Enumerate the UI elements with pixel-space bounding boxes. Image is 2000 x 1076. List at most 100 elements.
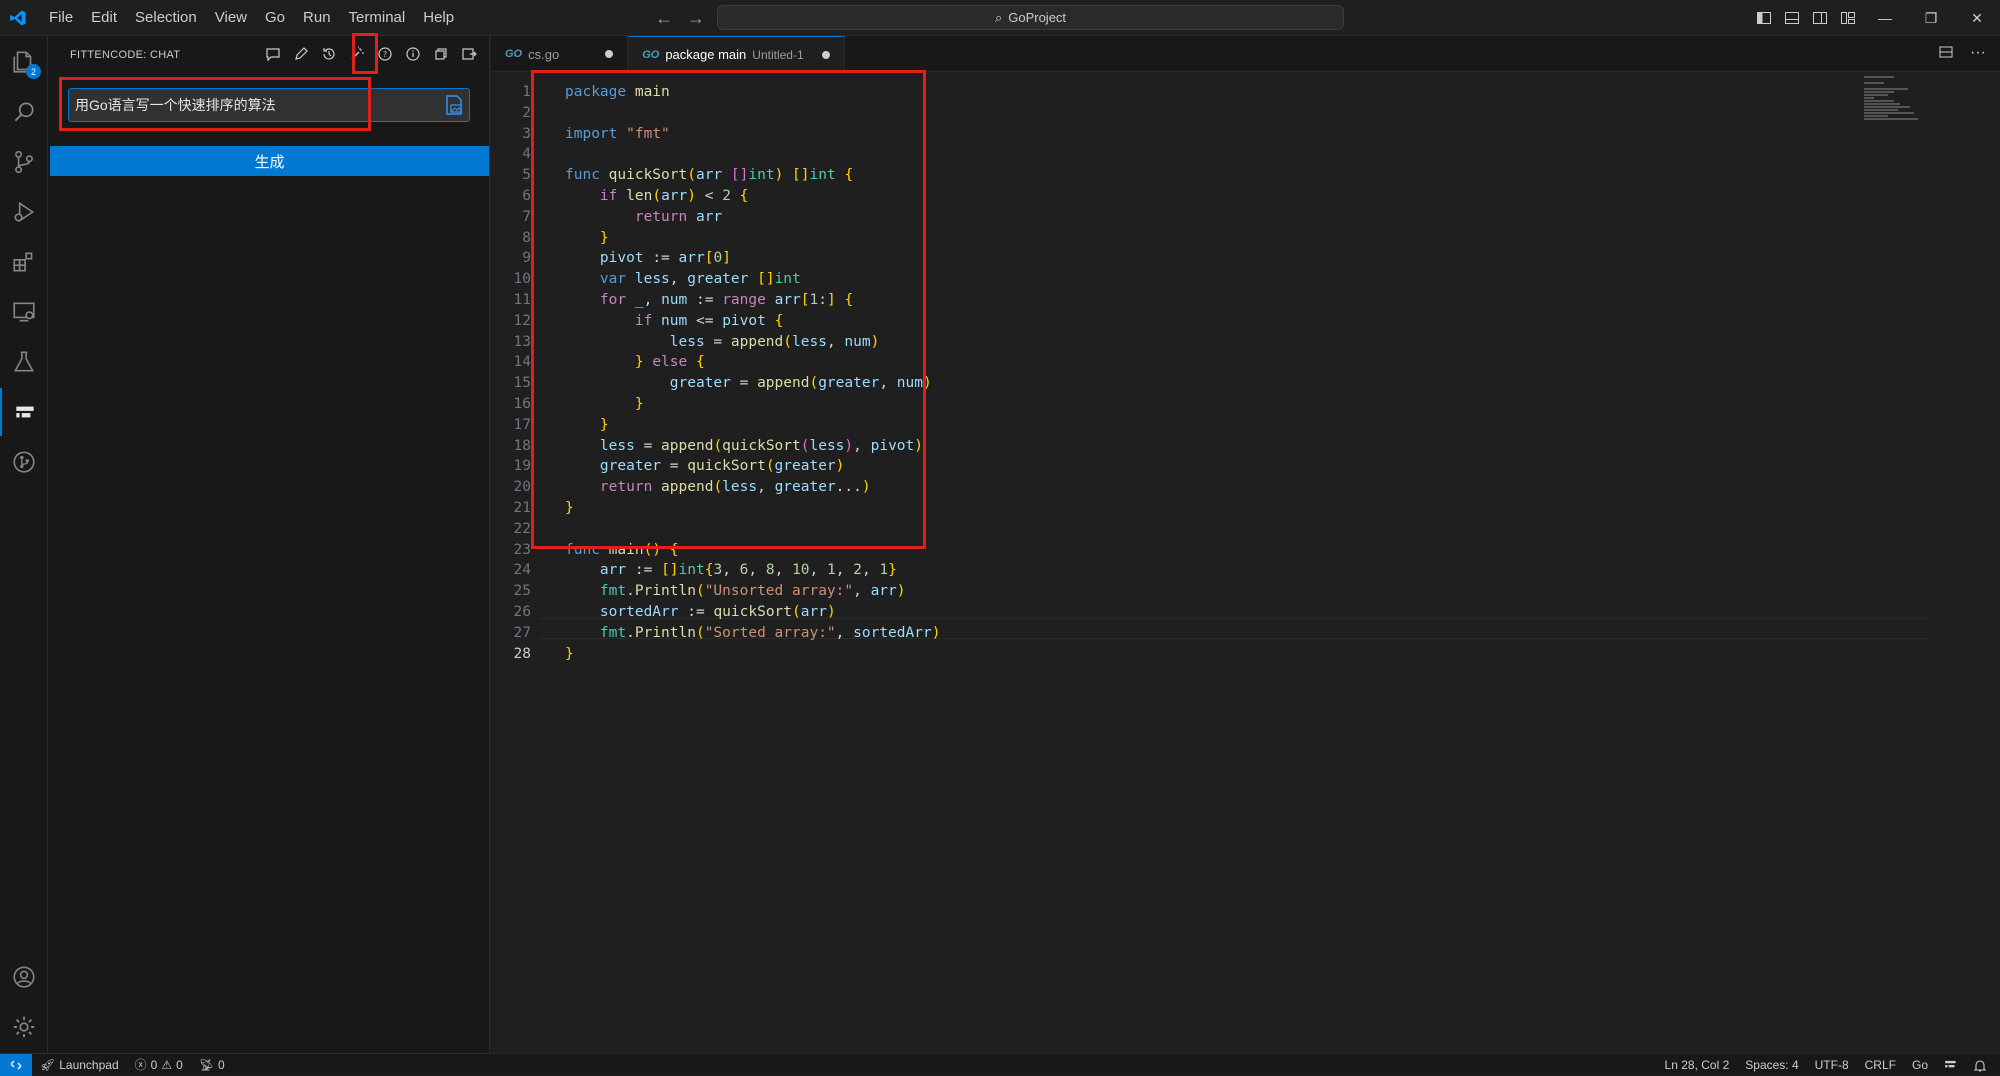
encoding[interactable]: UTF-8 bbox=[1807, 1058, 1857, 1072]
code-text[interactable]: } bbox=[565, 646, 574, 662]
back-arrow-icon[interactable]: ← bbox=[655, 8, 673, 29]
menu-view[interactable]: View bbox=[206, 9, 256, 26]
new-chat-icon[interactable] bbox=[263, 44, 283, 64]
code-line[interactable]: 24 arr := []int{3, 6, 8, 10, 1, 2, 1} bbox=[491, 562, 897, 583]
svg-text:?: ? bbox=[383, 50, 387, 59]
search-icon[interactable] bbox=[0, 88, 48, 136]
code-text[interactable]: fmt.Println("Unsorted array:", arr) bbox=[565, 583, 906, 599]
explorer-badge: 2 bbox=[26, 64, 41, 79]
line-number: 24 bbox=[513, 562, 531, 579]
info-icon[interactable] bbox=[403, 44, 423, 64]
restore-button[interactable]: ❐ bbox=[1908, 0, 1954, 36]
fittencode-icon[interactable] bbox=[0, 388, 48, 436]
toggle-panel-icon[interactable] bbox=[1778, 10, 1806, 26]
close-window-button[interactable]: ✕ bbox=[1954, 0, 2000, 36]
command-center[interactable]: ⌕ GoProject bbox=[717, 5, 1344, 30]
code-text[interactable]: fmt.Println("Sorted array:", sortedArr) bbox=[565, 625, 941, 641]
code-highlight-box bbox=[531, 70, 926, 549]
accounts-icon[interactable] bbox=[0, 953, 48, 1001]
vscode-logo-icon bbox=[0, 0, 36, 36]
settings-gear-icon[interactable] bbox=[0, 1003, 48, 1051]
title-right-controls: — ❐ ✕ bbox=[1750, 0, 2000, 36]
unsaved-dot-icon[interactable] bbox=[605, 50, 614, 58]
explorer-icon[interactable]: 2 bbox=[0, 38, 48, 86]
line-number: 28 bbox=[513, 645, 531, 662]
edit-pencil-icon[interactable] bbox=[291, 44, 311, 64]
menu-selection[interactable]: Selection bbox=[126, 9, 206, 26]
minimap[interactable] bbox=[1864, 76, 1920, 136]
code-text[interactable]: arr := []int{3, 6, 8, 10, 1, 2, 1} bbox=[565, 562, 897, 578]
input-highlight-box bbox=[59, 77, 371, 131]
menu-file[interactable]: File bbox=[40, 9, 82, 26]
status-bar: 🚀︎ Launchpad ⓧ 0 ⚠ 0 📡︎ 0 Ln 28, Col 2 S… bbox=[0, 1053, 2000, 1076]
code-line[interactable]: 27 fmt.Println("Sorted array:", sortedAr… bbox=[491, 624, 941, 646]
title-bar: File Edit Selection View Go Run Terminal… bbox=[0, 0, 2000, 36]
fittencode-status-icon[interactable] bbox=[1936, 1059, 1966, 1071]
history-icon[interactable] bbox=[319, 44, 339, 64]
run-debug-icon[interactable] bbox=[0, 188, 48, 236]
unsaved-dot-icon[interactable] bbox=[821, 50, 830, 59]
minimize-button[interactable]: — bbox=[1862, 0, 1908, 36]
problems-item[interactable]: ⓧ 0 ⚠ 0 bbox=[127, 1056, 191, 1073]
error-count: 0 bbox=[150, 1057, 158, 1072]
generate-button[interactable]: 生成 bbox=[50, 146, 489, 176]
code-line[interactable]: 25 fmt.Println("Unsorted array:", arr) bbox=[491, 583, 906, 604]
remote-indicator-icon[interactable] bbox=[0, 1053, 32, 1076]
wand-highlight-box bbox=[352, 33, 378, 74]
menu-run[interactable]: Run bbox=[294, 9, 340, 26]
broadcast-icon: 📡︎ bbox=[198, 1057, 215, 1072]
editor-actions: ··· bbox=[1938, 44, 1986, 65]
attach-image-icon[interactable] bbox=[439, 90, 469, 120]
indentation[interactable]: Spaces: 4 bbox=[1737, 1058, 1806, 1072]
language-mode[interactable]: Go bbox=[1904, 1058, 1936, 1072]
code-line[interactable]: 26 sortedArr := quickSort(arr) bbox=[491, 604, 836, 625]
editor-area: GO cs.go GO package main Untitled-1 ··· … bbox=[491, 36, 2000, 1053]
line-number: 26 bbox=[513, 604, 531, 620]
menu-help[interactable]: Help bbox=[414, 9, 463, 26]
tab-description: Untitled-1 bbox=[752, 47, 804, 62]
open-in-editor-icon[interactable] bbox=[459, 44, 479, 64]
gitlens-icon[interactable] bbox=[0, 438, 48, 486]
menu-go[interactable]: Go bbox=[256, 9, 294, 26]
toggle-primary-sidebar-icon[interactable] bbox=[1750, 10, 1778, 26]
go-file-icon: GO bbox=[642, 48, 660, 61]
editor-tabs: GO cs.go GO package main Untitled-1 bbox=[491, 36, 2000, 72]
split-editor-icon[interactable] bbox=[1938, 44, 1954, 65]
warning-icon: ⚠ bbox=[161, 1057, 173, 1072]
menu-bar: File Edit Selection View Go Run Terminal… bbox=[40, 9, 463, 26]
menu-terminal[interactable]: Terminal bbox=[340, 9, 415, 26]
copy-icon[interactable] bbox=[431, 44, 451, 64]
customize-layout-icon[interactable] bbox=[1834, 10, 1862, 26]
tab-label: cs.go bbox=[528, 46, 560, 62]
line-number: 27 bbox=[513, 624, 531, 641]
notifications-bell-icon[interactable] bbox=[1966, 1059, 1994, 1072]
ports-count: 0 bbox=[218, 1057, 225, 1072]
remote-explorer-icon[interactable] bbox=[0, 288, 48, 336]
testing-icon[interactable] bbox=[0, 338, 48, 386]
forward-arrow-icon[interactable]: → bbox=[687, 8, 705, 29]
code-line[interactable]: 28} bbox=[491, 645, 574, 667]
error-icon: ⓧ bbox=[134, 1058, 147, 1072]
rocket-icon: 🚀︎ bbox=[40, 1057, 56, 1072]
launchpad-item[interactable]: 🚀︎ Launchpad bbox=[32, 1058, 127, 1072]
nav-arrows: ← → bbox=[655, 8, 705, 29]
more-actions-icon[interactable]: ··· bbox=[1970, 44, 1986, 65]
line-number: 25 bbox=[513, 583, 531, 600]
tab-cs-go[interactable]: GO cs.go bbox=[491, 36, 629, 72]
tab-label: package main bbox=[665, 47, 747, 62]
command-center-label: GoProject bbox=[1008, 10, 1067, 25]
code-text[interactable]: sortedArr := quickSort(arr) bbox=[565, 604, 836, 620]
activity-bar: 2 bbox=[0, 36, 48, 1053]
menu-edit[interactable]: Edit bbox=[82, 9, 126, 26]
toggle-secondary-sidebar-icon[interactable] bbox=[1806, 10, 1834, 26]
ports-item[interactable]: 📡︎ 0 bbox=[191, 1058, 233, 1072]
tab-untitled-1[interactable]: GO package main Untitled-1 bbox=[628, 36, 845, 72]
cursor-position[interactable]: Ln 28, Col 2 bbox=[1657, 1058, 1738, 1072]
end-of-line[interactable]: CRLF bbox=[1857, 1058, 1904, 1072]
extensions-icon[interactable] bbox=[0, 238, 48, 286]
fittencode-chat-panel: FITTENCODE: CHAT ? 用Go语言写一个快速排序的算法 生成 bbox=[48, 33, 490, 1053]
source-control-icon[interactable] bbox=[0, 138, 48, 186]
help-icon[interactable]: ? bbox=[375, 44, 395, 64]
status-right: Ln 28, Col 2 Spaces: 4 UTF-8 CRLF Go bbox=[1657, 1054, 1994, 1076]
go-file-icon: GO bbox=[505, 48, 523, 60]
